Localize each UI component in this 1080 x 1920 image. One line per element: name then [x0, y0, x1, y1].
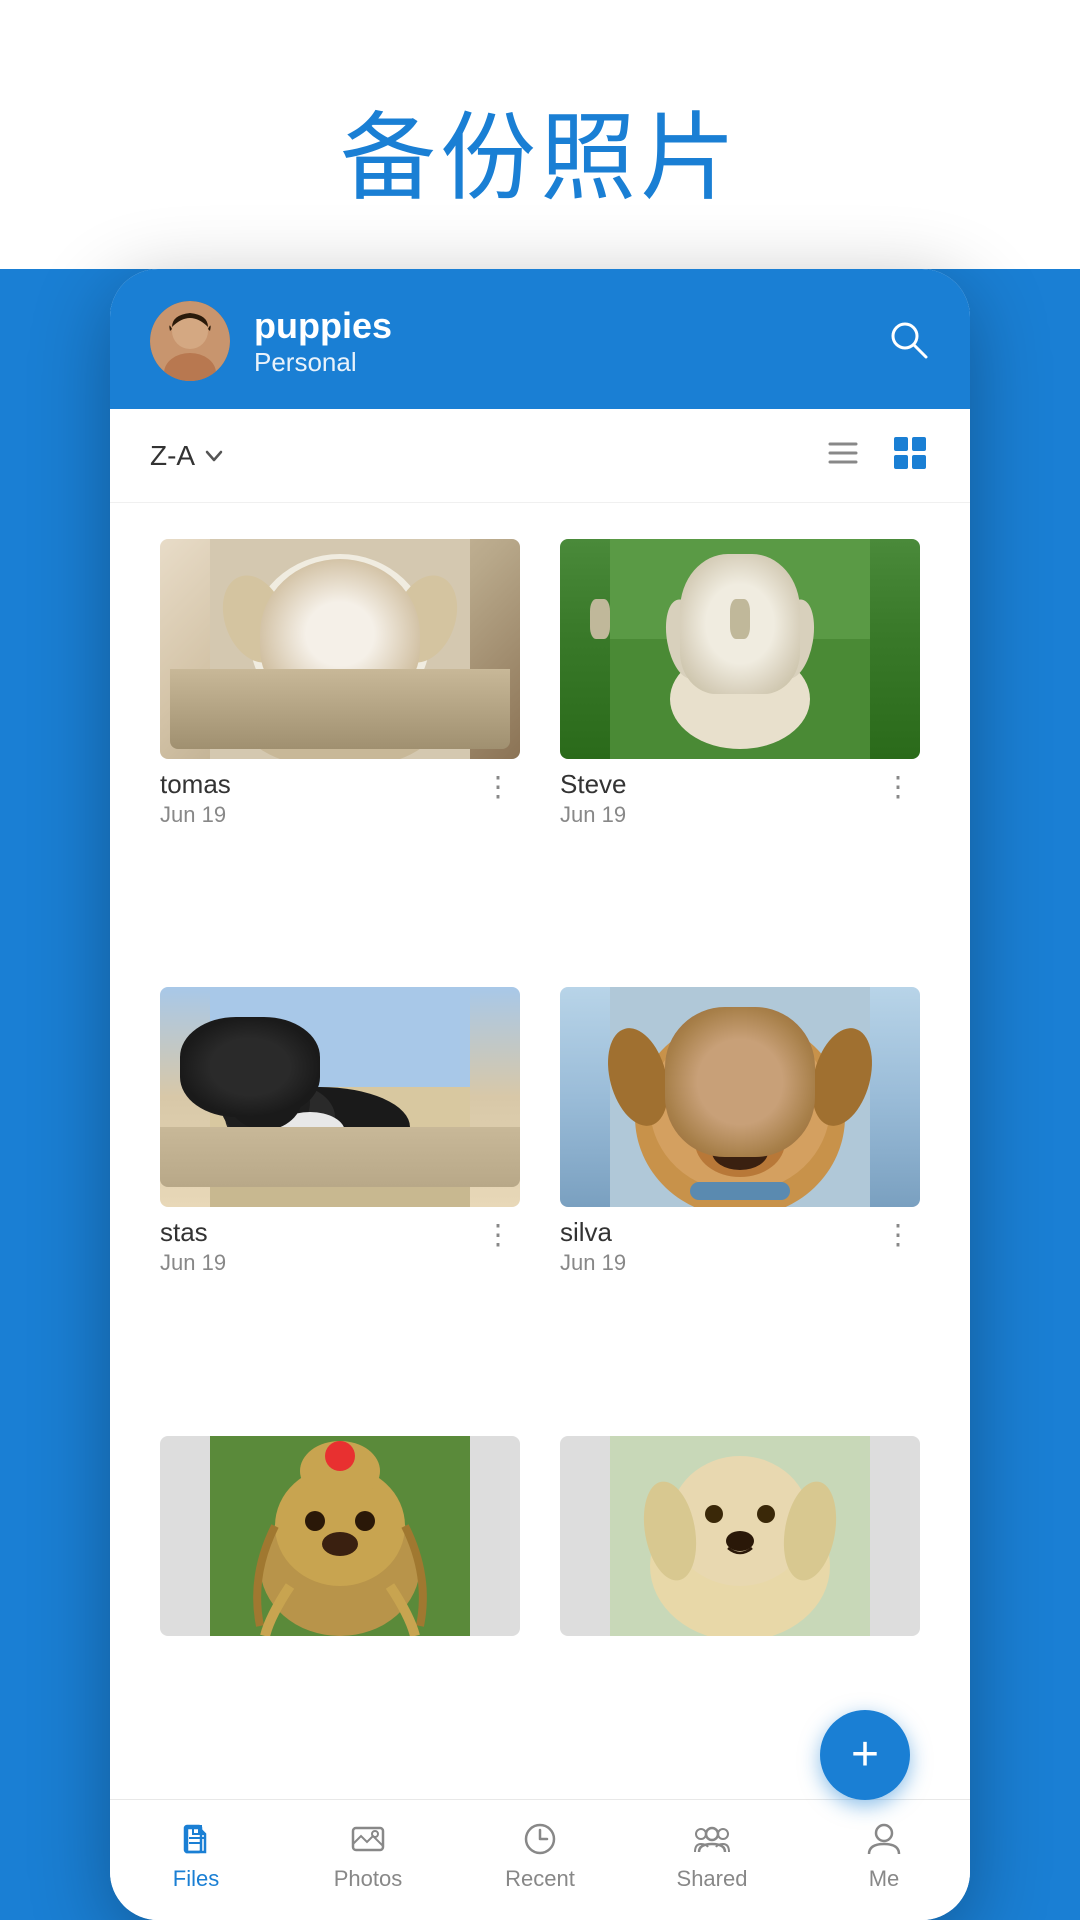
nav-item-files[interactable]: Files — [136, 1820, 256, 1892]
photo-info: stas Jun 19 ⋮ — [160, 1217, 520, 1276]
list-item[interactable]: silva Jun 19 ⋮ — [540, 971, 940, 1419]
sort-button[interactable]: Z-A — [150, 440, 225, 472]
photo-info: Steve Jun 19 ⋮ — [560, 769, 920, 828]
list-view-button[interactable] — [824, 434, 862, 477]
photo-meta: stas Jun 19 — [160, 1217, 226, 1276]
nav-item-photos[interactable]: Photos — [308, 1820, 428, 1892]
more-options-button[interactable]: ⋮ — [476, 769, 520, 805]
grid-view-button[interactable] — [890, 433, 930, 478]
nav-label-shared: Shared — [677, 1866, 748, 1892]
toolbar: Z-A — [110, 409, 970, 503]
photo-date: Jun 19 — [560, 802, 627, 828]
bottom-navigation: Files Photos Recent — [110, 1799, 970, 1920]
photos-icon — [349, 1820, 387, 1858]
photo-thumbnail — [560, 987, 920, 1207]
add-icon: + — [851, 1731, 879, 1779]
photo-meta: tomas Jun 19 — [160, 769, 231, 828]
more-options-button[interactable]: ⋮ — [476, 1217, 520, 1253]
photo-thumbnail — [560, 1436, 920, 1636]
list-view-icon — [824, 434, 862, 472]
more-options-button[interactable]: ⋮ — [876, 769, 920, 805]
recent-icon — [521, 1820, 559, 1858]
page-title: 备份照片 — [0, 80, 1080, 219]
photo-thumbnail — [160, 1436, 520, 1636]
more-options-button[interactable]: ⋮ — [876, 1217, 920, 1253]
photo-name: stas — [160, 1217, 226, 1248]
search-icon — [886, 317, 930, 361]
nav-item-recent[interactable]: Recent — [480, 1820, 600, 1892]
photo-name: silva — [560, 1217, 626, 1248]
avatar — [150, 301, 230, 381]
me-icon — [865, 1820, 903, 1858]
photo-thumbnail — [160, 539, 520, 759]
folder-subtitle: Personal — [254, 347, 862, 378]
list-item[interactable]: Steve Jun 19 ⋮ — [540, 523, 940, 971]
nav-label-me: Me — [869, 1866, 900, 1892]
header-text: puppies Personal — [254, 305, 862, 378]
add-button[interactable]: + — [820, 1710, 910, 1800]
nav-item-me[interactable]: Me — [824, 1820, 944, 1892]
photo-info: tomas Jun 19 ⋮ — [160, 769, 520, 828]
nav-label-photos: Photos — [334, 1866, 403, 1892]
view-controls — [824, 433, 930, 478]
grid-view-icon — [890, 433, 930, 473]
photo-date: Jun 19 — [560, 1250, 626, 1276]
photo-meta: silva Jun 19 — [560, 1217, 626, 1276]
sort-label: Z-A — [150, 440, 195, 472]
search-button[interactable] — [886, 317, 930, 366]
photo-grid: tomas Jun 19 ⋮ — [110, 503, 970, 1799]
nav-label-recent: Recent — [505, 1866, 575, 1892]
photo-date: Jun 19 — [160, 1250, 226, 1276]
photo-info: silva Jun 19 ⋮ — [560, 1217, 920, 1276]
files-icon — [177, 1820, 215, 1858]
list-item[interactable]: stas Jun 19 ⋮ — [140, 971, 540, 1419]
folder-name: puppies — [254, 305, 862, 347]
chevron-down-icon — [203, 445, 225, 467]
nav-item-shared[interactable]: Shared — [652, 1820, 772, 1892]
shared-icon — [693, 1820, 731, 1858]
photo-date: Jun 19 — [160, 802, 231, 828]
list-item[interactable]: tomas Jun 19 ⋮ — [140, 523, 540, 971]
photo-name: Steve — [560, 769, 627, 800]
phone-frame: puppies Personal Z-A — [110, 269, 970, 1920]
nav-label-files: Files — [173, 1866, 219, 1892]
photo-thumbnail — [560, 539, 920, 759]
photo-name: tomas — [160, 769, 231, 800]
photo-meta: Steve Jun 19 — [560, 769, 627, 828]
list-item[interactable] — [140, 1420, 540, 1779]
app-header: puppies Personal — [110, 269, 970, 409]
photo-thumbnail — [160, 987, 520, 1207]
